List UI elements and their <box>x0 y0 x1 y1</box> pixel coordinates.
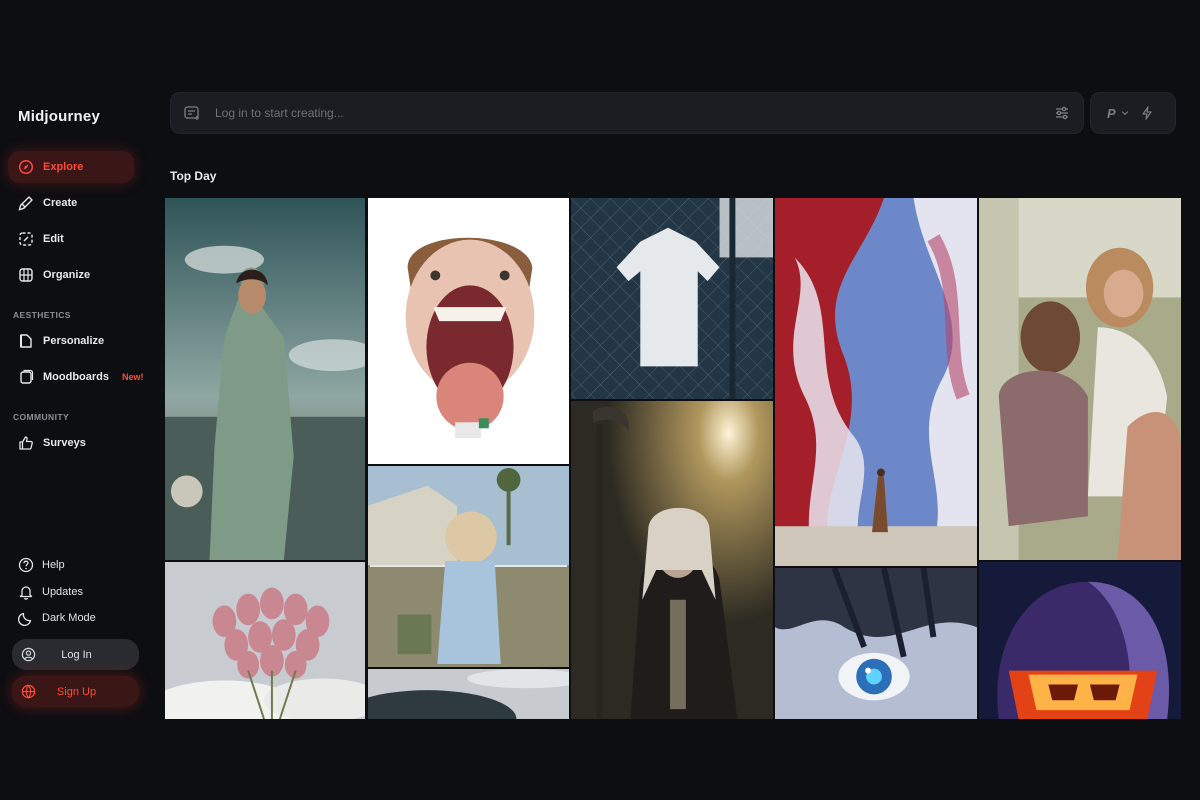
moon-icon <box>18 612 32 626</box>
gallery-tile-animal[interactable] <box>367 668 570 720</box>
sidebar-item-help[interactable]: Help <box>18 555 65 575</box>
gallery-tile-hug[interactable] <box>978 197 1182 561</box>
gallery-tile-child-street[interactable] <box>367 465 570 668</box>
gallery-tile-anime-eye[interactable] <box>774 567 978 720</box>
gallery-tile-red-fabric[interactable] <box>774 197 978 567</box>
globe-icon <box>21 684 36 699</box>
sidebar-item-label: Moodboards <box>43 371 109 383</box>
brand-logo[interactable]: Midjourney <box>18 108 100 125</box>
sidebar-item-dark-mode[interactable]: Dark Mode <box>18 608 96 628</box>
lightning-icon[interactable] <box>1140 106 1154 120</box>
gallery-tile-robot-helmet[interactable] <box>978 561 1182 720</box>
sidebar-item-label: Organize <box>43 269 91 281</box>
sidebar-item-label: Personalize <box>43 335 105 347</box>
sidebar-item-edit[interactable]: Edit <box>8 223 134 255</box>
gallery-tile-wizard[interactable] <box>570 400 774 720</box>
image-gallery <box>164 197 1182 720</box>
sidebar-item-label: Dark Mode <box>42 612 96 624</box>
thumbs-up-icon <box>18 435 34 451</box>
edit-frame-icon <box>18 231 34 247</box>
gallery-tile-open-mouth[interactable] <box>367 197 570 465</box>
sidebar: Midjourney Explore Create Edit Organize <box>0 0 150 800</box>
mode-letter: P <box>1107 105 1116 121</box>
sliders-settings-icon[interactable] <box>1053 104 1071 122</box>
app-frame: Midjourney Explore Create Edit Organize <box>0 0 1200 800</box>
gallery-tile-tulips[interactable] <box>164 561 366 720</box>
board-icon <box>18 369 34 385</box>
gallery-tile-woman-coat[interactable] <box>164 197 366 561</box>
grid-icon <box>18 267 34 283</box>
sidebar-item-explore[interactable]: Explore <box>8 151 134 183</box>
user-circle-icon <box>21 647 36 662</box>
question-icon <box>18 557 34 573</box>
prompt-input[interactable] <box>215 106 1053 120</box>
compass-icon <box>18 159 34 175</box>
sidebar-item-surveys[interactable]: Surveys <box>8 427 134 459</box>
prompt-bar <box>170 92 1084 134</box>
sidebar-item-personalize[interactable]: Personalize <box>8 325 134 357</box>
section-label-aesthetics: AESTHETICS <box>13 310 71 320</box>
login-button[interactable]: Log In <box>12 639 139 670</box>
gallery-tile-shirt-fence[interactable] <box>570 197 774 400</box>
signup-button[interactable]: Sign Up <box>12 676 139 707</box>
section-label-community: COMMUNITY <box>13 412 70 422</box>
paintbrush-icon <box>18 195 34 211</box>
sidebar-item-updates[interactable]: Updates <box>18 582 83 602</box>
feed-title: Top Day <box>170 169 217 183</box>
sidebar-item-label: Create <box>43 197 78 209</box>
prompt-image-icon[interactable] <box>183 104 201 122</box>
sidebar-item-create[interactable]: Create <box>8 187 134 219</box>
sidebar-item-organize[interactable]: Organize <box>8 259 134 291</box>
sidebar-item-label: Help <box>42 559 65 571</box>
sidebar-item-label: Explore <box>43 161 84 173</box>
sidebar-item-label: Updates <box>42 586 83 598</box>
bell-icon <box>19 586 33 600</box>
sidebar-item-label: Edit <box>43 233 64 245</box>
new-badge: New! <box>122 372 144 382</box>
mode-selector[interactable]: P <box>1090 92 1176 134</box>
sidebar-item-moodboards[interactable]: Moodboards New! <box>8 361 144 393</box>
sidebar-item-label: Surveys <box>43 437 86 449</box>
chevron-down-icon <box>1121 111 1128 116</box>
palette-book-icon <box>18 333 34 349</box>
